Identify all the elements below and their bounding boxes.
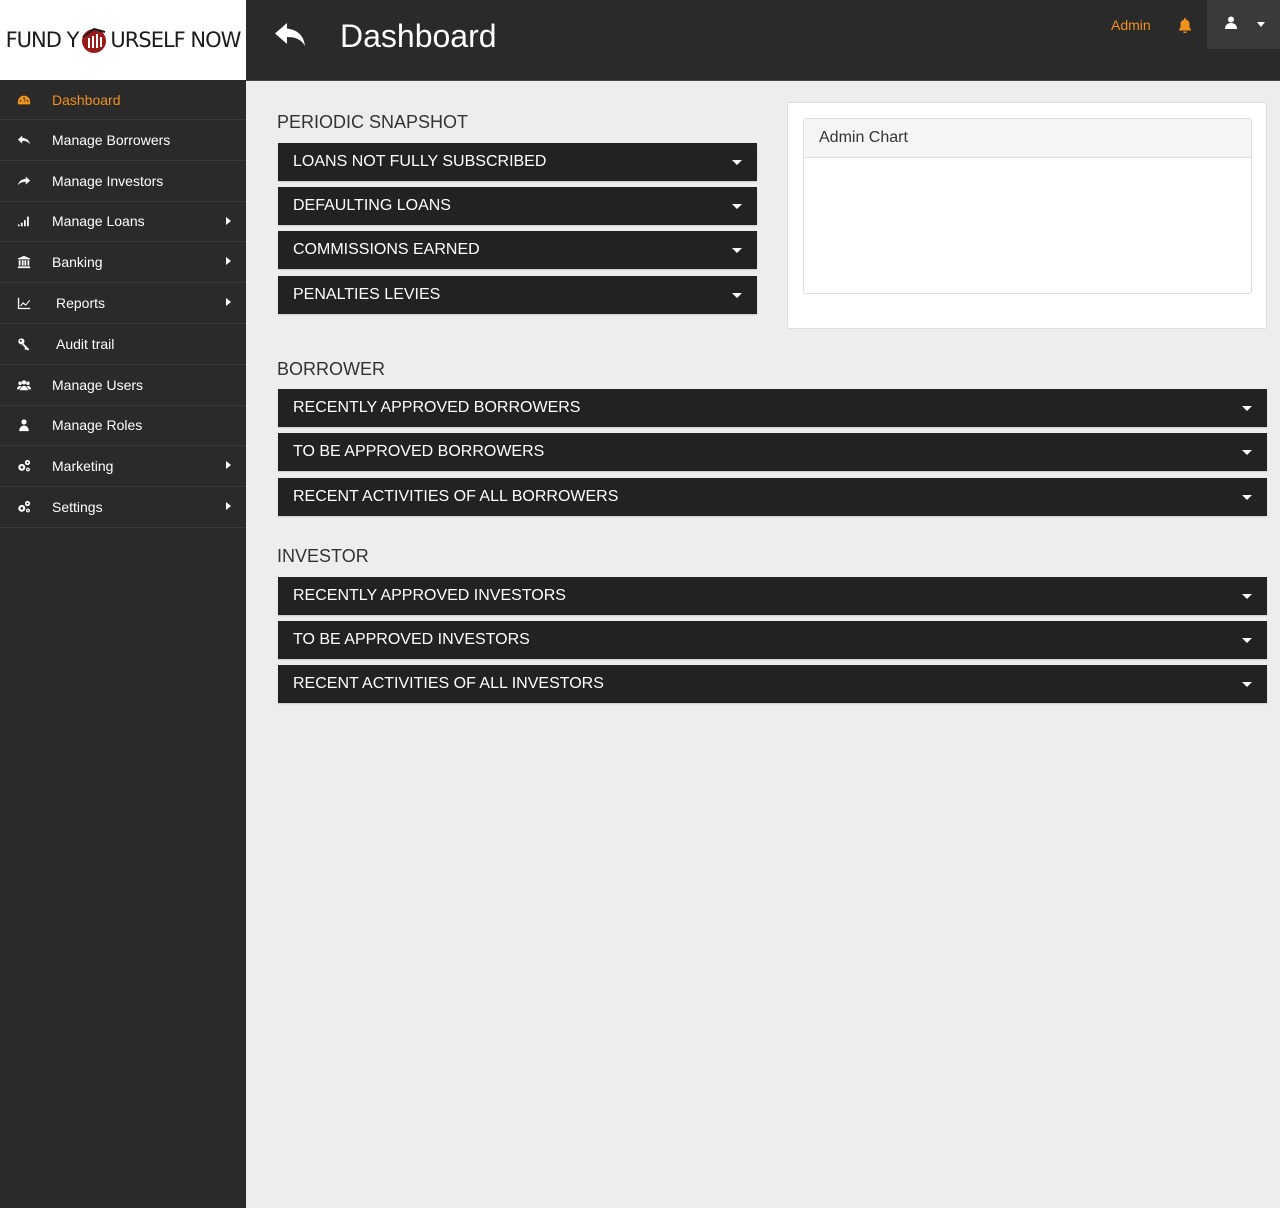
caret-right-icon bbox=[226, 461, 231, 470]
loans-not-fully-subscribed-toggle[interactable]: LOANS NOT FULLY SUBSCRIBED bbox=[278, 143, 757, 181]
dashboard-icon bbox=[16, 92, 32, 108]
user-icon bbox=[16, 417, 32, 433]
sidebar-item-audit-trail[interactable]: Audit trail bbox=[0, 324, 246, 365]
admin-chart-body bbox=[804, 158, 1251, 293]
commissions-earned-toggle[interactable]: COMMISSIONS EARNED bbox=[278, 231, 757, 269]
sidebar-item-banking[interactable]: Banking bbox=[0, 242, 246, 284]
caret-right-icon bbox=[226, 216, 231, 225]
caret-down-icon bbox=[1242, 682, 1252, 687]
to-be-approved-investors-toggle[interactable]: TO BE APPROVED INVESTORS bbox=[278, 621, 1267, 659]
to-be-approved-borrowers-toggle[interactable]: TO BE APPROVED BORROWERS bbox=[278, 433, 1267, 471]
admin-chart-panel: Admin Chart bbox=[787, 102, 1267, 329]
admin-chart-title: Admin Chart bbox=[804, 119, 1251, 158]
caret-right-icon bbox=[226, 298, 231, 307]
bar-label: PENALTIES LEVIES bbox=[293, 286, 441, 303]
sidebar-item-manage-roles[interactable]: Manage Roles bbox=[0, 406, 246, 447]
bar-label: DEFAULTING LOANS bbox=[293, 197, 451, 214]
sidebar-item-manage-loans[interactable]: Manage Loans bbox=[0, 202, 246, 243]
recent-activities-investors-toggle[interactable]: RECENT ACTIVITIES OF ALL INVESTORS bbox=[278, 665, 1267, 703]
share-icon bbox=[16, 173, 32, 189]
bar-label: TO BE APPROVED BORROWERS bbox=[293, 443, 545, 460]
sidebar-item-label: Marketing bbox=[52, 458, 114, 475]
reply-icon bbox=[16, 132, 32, 148]
caret-down-icon bbox=[732, 160, 742, 165]
bank-icon bbox=[16, 254, 32, 270]
logo-text-right: URSELF NOW bbox=[110, 28, 241, 52]
signal-icon bbox=[16, 213, 32, 229]
sidebar-item-manage-investors[interactable]: Manage Investors bbox=[0, 161, 246, 202]
admin-link[interactable]: Admin bbox=[1111, 17, 1151, 33]
caret-down-icon bbox=[732, 293, 742, 298]
sidebar-item-settings[interactable]: Settings bbox=[0, 487, 246, 528]
caret-down-icon bbox=[732, 248, 742, 253]
sidebar-item-label: Banking bbox=[52, 254, 103, 271]
caret-right-icon bbox=[226, 502, 231, 511]
recently-approved-investors-toggle[interactable]: RECENTLY APPROVED INVESTORS bbox=[278, 577, 1267, 615]
sidebar-item-label: Manage Roles bbox=[52, 417, 143, 434]
logo: FUND Y URSELF NOW bbox=[6, 25, 241, 55]
sidebar-item-label: Settings bbox=[52, 499, 103, 516]
page-title: Dashboard bbox=[340, 18, 497, 54]
logo-mark-icon bbox=[79, 25, 109, 55]
sidebar-item-marketing[interactable]: Marketing bbox=[0, 446, 246, 488]
key-icon bbox=[16, 336, 32, 352]
penalties-levies-toggle[interactable]: PENALTIES LEVIES bbox=[278, 276, 757, 314]
sidebar-item-manage-borrowers[interactable]: Manage Borrowers bbox=[0, 120, 246, 161]
logo-box[interactable]: FUND Y URSELF NOW bbox=[0, 0, 246, 80]
periodic-snapshot-title: PERIODIC SNAPSHOT bbox=[277, 112, 469, 132]
sidebar-item-label: Manage Loans bbox=[52, 213, 145, 230]
back-icon[interactable] bbox=[273, 18, 309, 54]
recently-approved-borrowers-toggle[interactable]: RECENTLY APPROVED BORROWERS bbox=[278, 389, 1267, 427]
admin-chart-card: Admin Chart bbox=[803, 118, 1252, 294]
investor-section-title: INVESTOR bbox=[277, 546, 369, 566]
cogs-icon bbox=[16, 458, 32, 474]
defaulting-loans-toggle[interactable]: DEFAULTING LOANS bbox=[278, 187, 757, 225]
bar-label: LOANS NOT FULLY SUBSCRIBED bbox=[293, 153, 547, 170]
borrower-section-title: BORROWER bbox=[277, 359, 385, 379]
bar-label: TO BE APPROVED INVESTORS bbox=[293, 631, 530, 648]
bell-icon[interactable] bbox=[1178, 17, 1192, 34]
caret-down-icon bbox=[1242, 638, 1252, 643]
sidebar-nav: Dashboard Manage Borrowers Manage Invest… bbox=[0, 80, 246, 528]
users-icon bbox=[16, 377, 32, 393]
caret-down-icon bbox=[1242, 594, 1252, 599]
bar-label: RECENT ACTIVITIES OF ALL BORROWERS bbox=[293, 488, 619, 505]
bar-label: COMMISSIONS EARNED bbox=[293, 241, 480, 258]
logo-text-left: FUND Y bbox=[5, 28, 80, 52]
caret-down-icon bbox=[1242, 495, 1252, 500]
sidebar-item-label: Dashboard bbox=[52, 91, 121, 108]
caret-down-icon bbox=[1242, 450, 1252, 455]
bar-label: RECENTLY APPROVED INVESTORS bbox=[293, 587, 566, 604]
recent-activities-borrowers-toggle[interactable]: RECENT ACTIVITIES OF ALL BORROWERS bbox=[278, 478, 1267, 516]
user-menu-button[interactable] bbox=[1207, 0, 1280, 49]
caret-down-icon bbox=[1257, 22, 1265, 27]
sidebar-item-label: Audit trail bbox=[56, 335, 115, 352]
user-icon bbox=[1225, 16, 1237, 34]
caret-down-icon bbox=[1242, 406, 1252, 411]
bar-label: RECENT ACTIVITIES OF ALL INVESTORS bbox=[293, 675, 604, 692]
line-chart-icon bbox=[16, 295, 32, 311]
bar-label: RECENTLY APPROVED BORROWERS bbox=[293, 399, 581, 416]
sidebar-item-dashboard[interactable]: Dashboard bbox=[0, 80, 246, 120]
caret-down-icon bbox=[732, 204, 742, 209]
top-bar: Dashboard Admin bbox=[246, 0, 1280, 81]
sidebar-item-label: Manage Users bbox=[52, 376, 144, 393]
sidebar-item-label: Manage Borrowers bbox=[52, 131, 171, 148]
sidebar-item-label: Reports bbox=[56, 295, 106, 312]
sidebar-item-manage-users[interactable]: Manage Users bbox=[0, 365, 246, 406]
caret-right-icon bbox=[226, 257, 231, 266]
cogs-icon bbox=[16, 499, 32, 515]
sidebar-item-label: Manage Investors bbox=[52, 172, 164, 189]
sidebar: FUND Y URSELF NOW Dashboard Manage Borro… bbox=[0, 0, 246, 1208]
sidebar-item-reports[interactable]: Reports bbox=[0, 283, 246, 324]
